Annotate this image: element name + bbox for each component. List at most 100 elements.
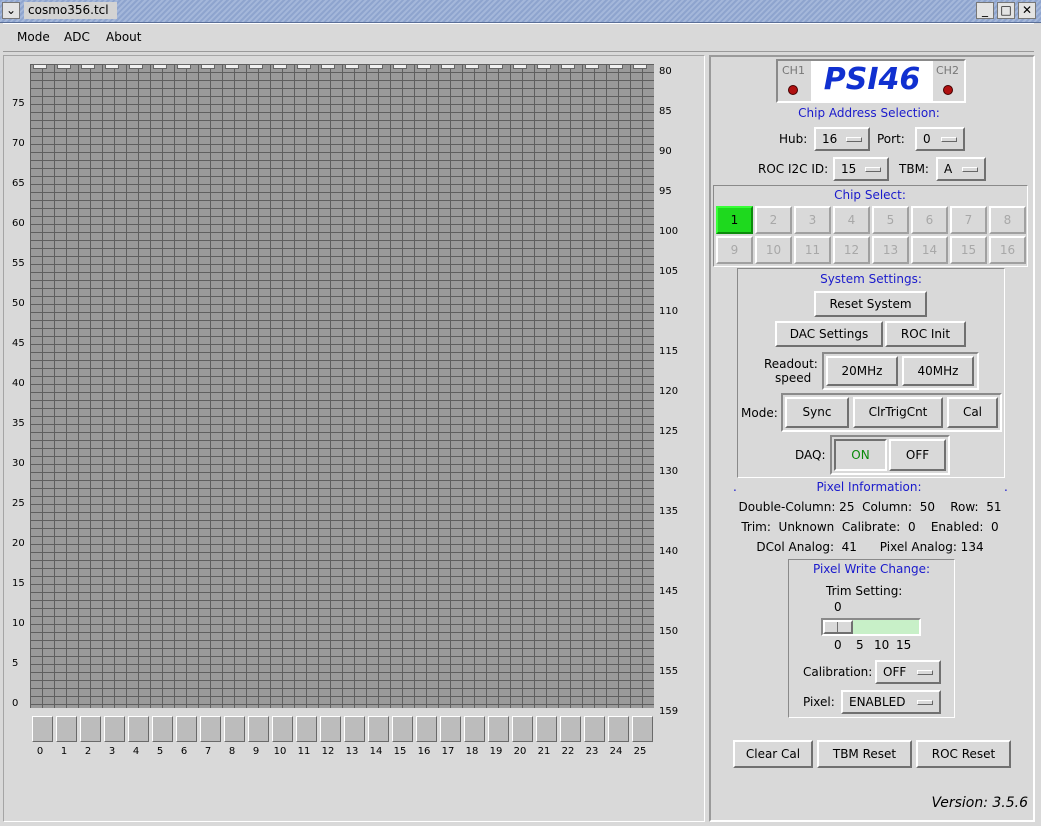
trim-scale-5: 5 <box>856 638 864 652</box>
tbm-reset-button[interactable]: TBM Reset <box>817 740 912 768</box>
chip-select-button[interactable]: 6 <box>911 206 948 234</box>
tbm-select[interactable]: A <box>936 157 986 181</box>
double-column-button[interactable] <box>248 716 269 742</box>
roc-init-button[interactable]: ROC Init <box>885 321 966 347</box>
chip-select-button[interactable]: 13 <box>872 236 909 264</box>
column-label: 4 <box>132 746 140 757</box>
speed-40mhz-button[interactable]: 40MHz <box>902 356 974 386</box>
sync-button[interactable]: Sync <box>785 397 849 428</box>
dac-settings-button[interactable]: DAC Settings <box>775 321 883 347</box>
chip-select-button[interactable]: 15 <box>950 236 987 264</box>
double-column-button[interactable] <box>560 716 581 742</box>
column-top-tab <box>561 64 575 69</box>
clear-cal-button[interactable]: Clear Cal <box>733 740 813 768</box>
chip-select-button[interactable]: 10 <box>755 236 792 264</box>
row-label-left: 30 <box>12 458 25 469</box>
chip-select-button[interactable]: 7 <box>950 206 987 234</box>
double-column-button[interactable] <box>488 716 509 742</box>
hub-label: Hub: <box>779 132 808 146</box>
row-label-right: 159 <box>659 706 679 717</box>
row-label-right: 105 <box>659 266 679 277</box>
double-column-button[interactable] <box>416 716 437 742</box>
pixel-info-dot-right: . <box>1004 480 1008 494</box>
double-column-button[interactable] <box>32 716 53 742</box>
speed-20mhz-button[interactable]: 20MHz <box>826 356 898 386</box>
daq-on-button[interactable]: ON <box>834 439 887 471</box>
column-top-tab <box>513 64 527 69</box>
double-column-button[interactable] <box>128 716 149 742</box>
double-column-button[interactable] <box>296 716 317 742</box>
double-column-button[interactable] <box>56 716 77 742</box>
menu-adc[interactable]: ADC <box>64 30 90 44</box>
double-column-button[interactable] <box>536 716 557 742</box>
chip-select-button[interactable]: 16 <box>989 236 1026 264</box>
mode-label: Mode: <box>741 406 778 420</box>
double-column-button[interactable] <box>584 716 605 742</box>
menu-mode[interactable]: Mode <box>17 30 50 44</box>
trim-slider-thumb[interactable] <box>823 620 853 634</box>
pixel-enabled-select[interactable]: ENABLED <box>841 690 941 714</box>
double-column-button[interactable] <box>392 716 413 742</box>
chip-select-button[interactable]: 11 <box>794 236 831 264</box>
slider-grip-icon <box>837 622 838 632</box>
double-column-button[interactable] <box>200 716 221 742</box>
trim-scale-10: 10 <box>874 638 890 652</box>
cal-button[interactable]: Cal <box>947 397 998 428</box>
roc-i2c-id-value: 15 <box>841 162 857 176</box>
close-icon[interactable]: ✕ <box>1018 2 1036 19</box>
menu-about[interactable]: About <box>106 30 141 44</box>
column-top-tab <box>153 64 167 69</box>
pixel-info-line-2: Trim: Unknown Calibrate: 0 Enabled: 0 <box>741 520 999 534</box>
row-label-right: 135 <box>659 506 679 517</box>
minimize-icon[interactable]: _ <box>976 2 994 19</box>
double-column-button[interactable] <box>608 716 629 742</box>
row-label-left: 55 <box>12 258 25 269</box>
dropdown-indicator-icon <box>917 700 933 705</box>
chip-select-button[interactable]: 14 <box>911 236 948 264</box>
double-column-button[interactable] <box>152 716 173 742</box>
double-column-button[interactable] <box>368 716 389 742</box>
roc-i2c-id-select[interactable]: 15 <box>833 157 889 181</box>
chip-select-button[interactable]: 8 <box>989 206 1026 234</box>
double-column-button[interactable] <box>224 716 245 742</box>
column-top-tab <box>321 64 335 69</box>
reset-system-button[interactable]: Reset System <box>814 291 927 317</box>
port-select[interactable]: 0 <box>915 127 965 151</box>
chip-select-button[interactable]: 4 <box>833 206 870 234</box>
maximize-icon[interactable]: □ <box>997 2 1015 19</box>
double-column-button[interactable] <box>104 716 125 742</box>
speed-label: speed <box>775 371 812 385</box>
double-column-button[interactable] <box>632 716 653 742</box>
double-column-button[interactable] <box>344 716 365 742</box>
window-menu-chevron-down-icon[interactable]: ⌄ <box>2 2 20 19</box>
column-top-tab <box>393 64 407 69</box>
chip-select-button[interactable]: 2 <box>755 206 792 234</box>
roc-reset-button[interactable]: ROC Reset <box>916 740 1011 768</box>
row-label-right: 145 <box>659 586 679 597</box>
chip-select-heading: Chip Select: <box>834 188 906 202</box>
column-label: 21 <box>537 746 551 757</box>
daq-off-button[interactable]: OFF <box>889 439 946 471</box>
column-top-tab <box>249 64 263 69</box>
chip-select-button[interactable]: 3 <box>794 206 831 234</box>
column-top-tab <box>537 64 551 69</box>
double-column-button[interactable] <box>512 716 533 742</box>
double-column-button[interactable] <box>440 716 461 742</box>
chip-select-button[interactable]: 9 <box>716 236 753 264</box>
column-top-tab <box>465 64 479 69</box>
pixel-grid[interactable] <box>30 64 654 708</box>
row-label-left: 50 <box>12 298 25 309</box>
calibration-select[interactable]: OFF <box>875 660 941 684</box>
chip-select-button[interactable]: 5 <box>872 206 909 234</box>
chip-select-button[interactable]: 12 <box>833 236 870 264</box>
chip-select-button[interactable]: 1 <box>716 206 753 234</box>
double-column-button[interactable] <box>464 716 485 742</box>
hub-select[interactable]: 16 <box>814 127 870 151</box>
double-column-button[interactable] <box>80 716 101 742</box>
clrtrigcnt-button[interactable]: ClrTrigCnt <box>853 397 943 428</box>
double-column-button[interactable] <box>176 716 197 742</box>
double-column-button[interactable] <box>320 716 341 742</box>
column-label: 11 <box>297 746 311 757</box>
row-label-left: 65 <box>12 178 25 189</box>
double-column-button[interactable] <box>272 716 293 742</box>
